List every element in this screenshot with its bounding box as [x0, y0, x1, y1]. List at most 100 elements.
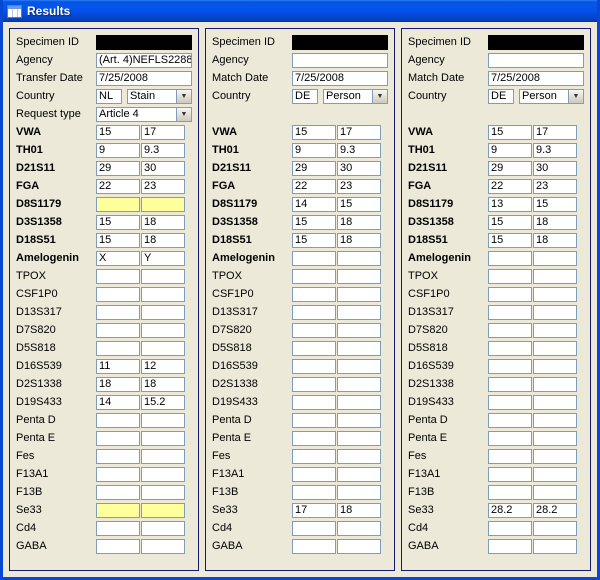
- allele-2-field[interactable]: 15.2: [141, 395, 185, 410]
- specimen-category-combo[interactable]: Person▼: [323, 89, 388, 104]
- allele-2-field[interactable]: 15: [337, 197, 381, 212]
- specimen-id-field[interactable]: [292, 35, 388, 50]
- allele-1-field[interactable]: 15: [292, 125, 336, 140]
- allele-1-field[interactable]: [96, 323, 140, 338]
- allele-2-field[interactable]: [533, 359, 577, 374]
- allele-1-field[interactable]: 15: [488, 233, 532, 248]
- allele-2-field[interactable]: 23: [533, 179, 577, 194]
- allele-2-field[interactable]: 18: [533, 215, 577, 230]
- allele-1-field[interactable]: 14: [292, 197, 336, 212]
- allele-2-field[interactable]: [141, 287, 185, 302]
- allele-1-field[interactable]: 15: [488, 125, 532, 140]
- allele-1-field[interactable]: [488, 359, 532, 374]
- allele-1-field[interactable]: [96, 485, 140, 500]
- allele-1-field[interactable]: [96, 269, 140, 284]
- allele-1-field[interactable]: [292, 413, 336, 428]
- allele-2-field[interactable]: 30: [337, 161, 381, 176]
- allele-1-field[interactable]: [488, 251, 532, 266]
- allele-1-field[interactable]: 15: [488, 215, 532, 230]
- allele-2-field[interactable]: [337, 431, 381, 446]
- allele-2-field[interactable]: 18: [337, 215, 381, 230]
- allele-2-field[interactable]: [337, 377, 381, 392]
- allele-2-field[interactable]: [141, 269, 185, 284]
- allele-2-field[interactable]: 28.2: [533, 503, 577, 518]
- allele-2-field[interactable]: [337, 251, 381, 266]
- allele-2-field[interactable]: 18: [141, 215, 185, 230]
- allele-2-field[interactable]: [337, 305, 381, 320]
- allele-2-field[interactable]: 23: [337, 179, 381, 194]
- allele-1-field[interactable]: [292, 341, 336, 356]
- allele-1-field[interactable]: [488, 431, 532, 446]
- chevron-down-icon[interactable]: ▼: [372, 90, 387, 103]
- allele-2-field[interactable]: [337, 359, 381, 374]
- allele-2-field[interactable]: [337, 323, 381, 338]
- allele-1-field[interactable]: 28.2: [488, 503, 532, 518]
- allele-2-field[interactable]: [337, 467, 381, 482]
- allele-1-field[interactable]: [488, 539, 532, 554]
- allele-1-field[interactable]: [96, 341, 140, 356]
- allele-1-field[interactable]: [488, 323, 532, 338]
- allele-1-field[interactable]: [96, 197, 140, 212]
- allele-2-field[interactable]: [533, 323, 577, 338]
- allele-2-field[interactable]: 18: [141, 233, 185, 248]
- allele-1-field[interactable]: [292, 323, 336, 338]
- country-code-field[interactable]: DE: [292, 89, 318, 104]
- allele-1-field[interactable]: [292, 485, 336, 500]
- allele-2-field[interactable]: [533, 341, 577, 356]
- allele-2-field[interactable]: 12: [141, 359, 185, 374]
- allele-2-field[interactable]: 9.3: [141, 143, 185, 158]
- allele-1-field[interactable]: 29: [292, 161, 336, 176]
- allele-1-field[interactable]: 9: [292, 143, 336, 158]
- allele-1-field[interactable]: 22: [96, 179, 140, 194]
- allele-2-field[interactable]: [141, 485, 185, 500]
- allele-1-field[interactable]: [96, 503, 140, 518]
- allele-1-field[interactable]: [488, 467, 532, 482]
- allele-2-field[interactable]: [533, 521, 577, 536]
- allele-1-field[interactable]: [488, 287, 532, 302]
- specimen-category-combo[interactable]: Stain▼: [127, 89, 192, 104]
- allele-2-field[interactable]: 18: [337, 503, 381, 518]
- allele-2-field[interactable]: 23: [141, 179, 185, 194]
- allele-2-field[interactable]: [533, 251, 577, 266]
- agency-field[interactable]: [488, 53, 584, 68]
- allele-2-field[interactable]: [533, 377, 577, 392]
- allele-2-field[interactable]: 9.3: [337, 143, 381, 158]
- allele-1-field[interactable]: 22: [292, 179, 336, 194]
- allele-2-field[interactable]: [337, 521, 381, 536]
- allele-1-field[interactable]: [96, 431, 140, 446]
- chevron-down-icon[interactable]: ▼: [568, 90, 583, 103]
- allele-1-field[interactable]: [488, 449, 532, 464]
- allele-2-field[interactable]: 18: [533, 233, 577, 248]
- allele-1-field[interactable]: 15: [292, 215, 336, 230]
- allele-1-field[interactable]: 17: [292, 503, 336, 518]
- allele-2-field[interactable]: 18: [337, 233, 381, 248]
- allele-1-field[interactable]: [292, 539, 336, 554]
- allele-2-field[interactable]: [337, 269, 381, 284]
- allele-2-field[interactable]: [533, 449, 577, 464]
- allele-1-field[interactable]: [292, 287, 336, 302]
- allele-1-field[interactable]: [96, 413, 140, 428]
- allele-1-field[interactable]: 14: [96, 395, 140, 410]
- allele-2-field[interactable]: 15: [533, 197, 577, 212]
- specimen-category-combo[interactable]: Person▼: [519, 89, 584, 104]
- allele-1-field[interactable]: [488, 377, 532, 392]
- allele-2-field[interactable]: [337, 287, 381, 302]
- allele-1-field[interactable]: [488, 395, 532, 410]
- allele-1-field[interactable]: [96, 287, 140, 302]
- allele-1-field[interactable]: [96, 305, 140, 320]
- country-code-field[interactable]: DE: [488, 89, 514, 104]
- allele-1-field[interactable]: [292, 305, 336, 320]
- transfer-date-field[interactable]: 7/25/2008: [96, 71, 192, 86]
- match-date-field[interactable]: 7/25/2008: [488, 71, 584, 86]
- allele-1-field[interactable]: 9: [96, 143, 140, 158]
- allele-2-field[interactable]: [141, 431, 185, 446]
- allele-1-field[interactable]: [488, 485, 532, 500]
- allele-1-field[interactable]: [488, 521, 532, 536]
- allele-1-field[interactable]: [292, 467, 336, 482]
- allele-2-field[interactable]: [141, 341, 185, 356]
- allele-1-field[interactable]: [96, 539, 140, 554]
- allele-2-field[interactable]: [533, 485, 577, 500]
- allele-2-field[interactable]: [337, 485, 381, 500]
- request-type-combo[interactable]: Article 4▼: [96, 107, 192, 122]
- country-code-field[interactable]: NL: [96, 89, 122, 104]
